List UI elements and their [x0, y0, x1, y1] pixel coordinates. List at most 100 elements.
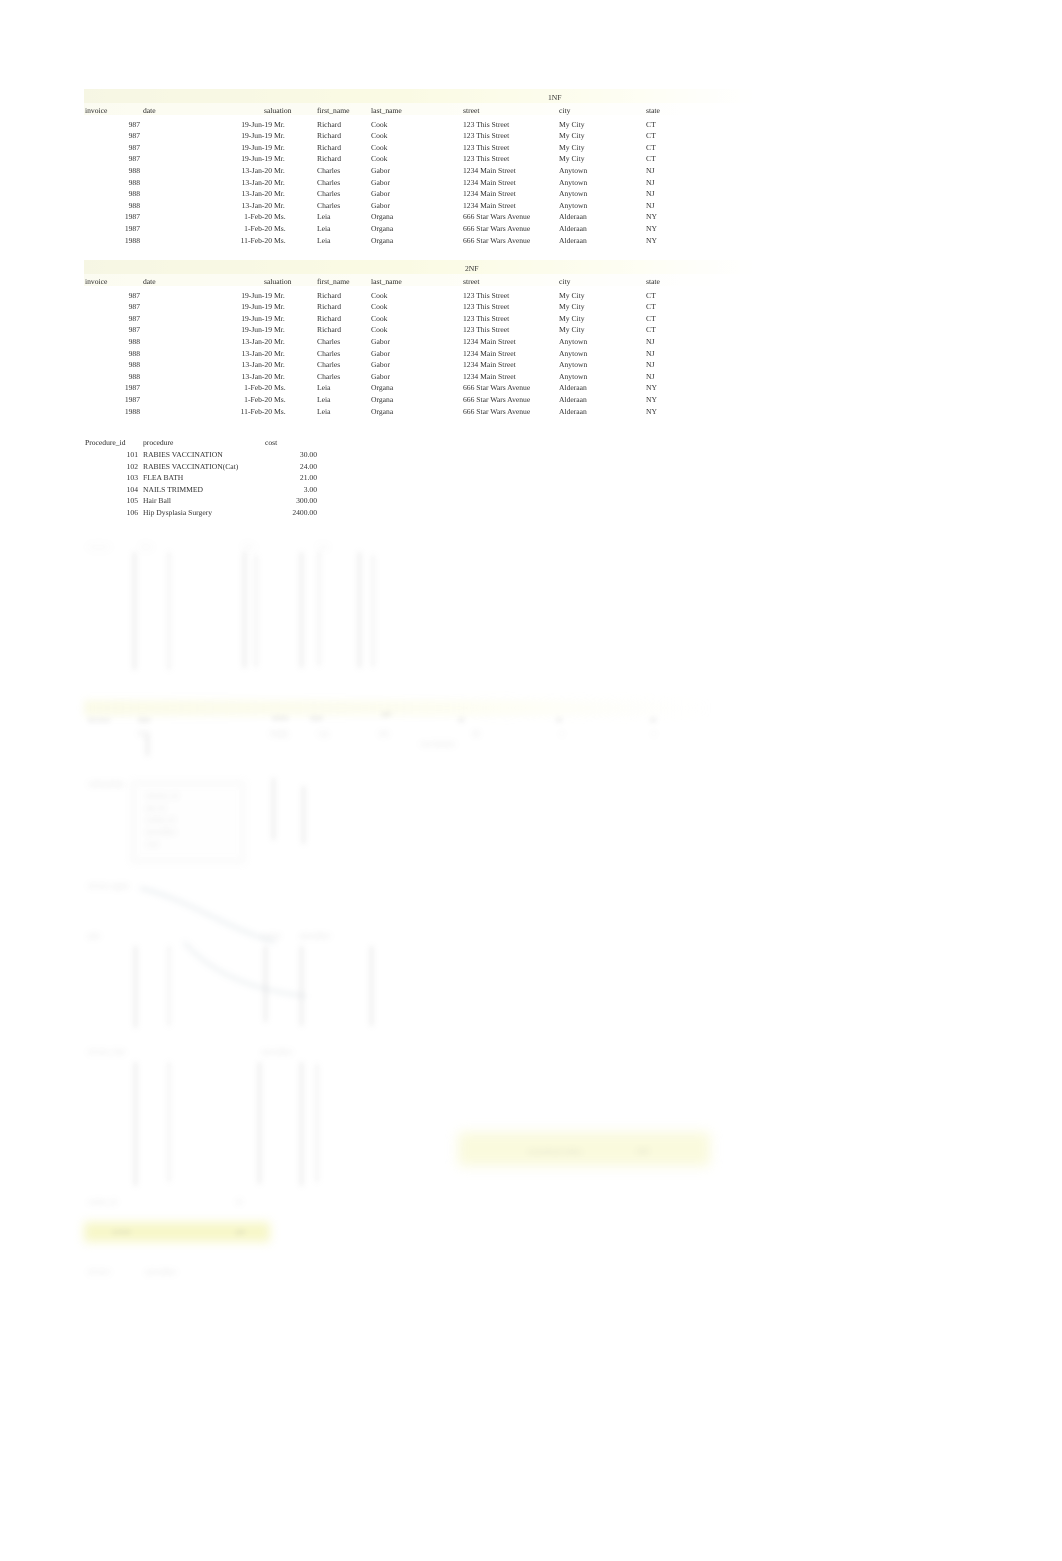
table-cell-state: NJ — [646, 360, 655, 370]
faded-column-rule — [134, 1062, 137, 1186]
table-cell-procedure-id: 103 — [126, 473, 138, 483]
table-cell-first-name: Richard — [317, 142, 342, 152]
faded-text: cost — [146, 839, 159, 848]
table-cell-last-name: Gabor — [371, 348, 390, 358]
faded-text: relationship — [88, 779, 124, 788]
table-cell-procedure-name: NAILS TRIMMED — [143, 484, 203, 494]
table-cell-last-name: Organa — [371, 212, 394, 222]
table-cell-first-name: Richard — [317, 131, 342, 141]
table-cell-date: 19-Jun-19 — [241, 290, 272, 300]
table-cell-city: My City — [559, 302, 585, 312]
table-cell-first-name: Leia — [317, 406, 331, 416]
table-cell-saluation: Ms. — [274, 223, 286, 233]
faded-text: procedure — [262, 1047, 293, 1056]
table-cell-last-name: Organa — [371, 235, 394, 245]
table-cell-invoice: 988 — [128, 200, 140, 210]
table-cell-city: My City — [559, 131, 585, 141]
faded-text: invoice_line — [88, 1047, 126, 1056]
table-cell-saluation: Mr. — [274, 336, 285, 346]
table-cell-city: My City — [559, 313, 585, 323]
table-cell-state: NY — [646, 383, 657, 393]
faded-connector — [272, 778, 275, 840]
table-cell-state: CT — [646, 154, 656, 164]
table-cell-state: CT — [646, 119, 656, 129]
table-cell-first-name: Charles — [317, 360, 341, 370]
table-cell-last-name: Cook — [371, 325, 388, 335]
table-cell-state: NY — [646, 406, 657, 416]
table-cell-cost: 300.00 — [296, 496, 317, 506]
table-cell-city: Alderaan — [559, 223, 587, 233]
table-cell-last-name: Cook — [371, 119, 388, 129]
table-cell-street: 123 This Street — [463, 154, 510, 164]
table-cell-saluation: Mr. — [274, 119, 285, 129]
table-cell-city: Anytown — [559, 177, 588, 187]
table-cell-procedure-name: RABIES VACCINATION — [143, 450, 223, 459]
nf1-col-date: date — [143, 106, 156, 115]
faded-column-rule — [168, 1062, 170, 1182]
table-cell-last-name: Cook — [371, 154, 388, 164]
table-cell-procedure-name: Hair Ball — [143, 496, 172, 506]
table-cell-first-name: Charles — [317, 165, 341, 175]
table-cell-city: Alderaan — [559, 383, 587, 393]
table-cell-state: CT — [646, 290, 656, 300]
nf1-col-first-name: first_name — [317, 106, 350, 115]
faded-highlight-box — [458, 1132, 710, 1166]
table-cell-state: NJ — [646, 189, 655, 199]
table-cell-state: NY — [646, 212, 657, 222]
table-cell-procedure-name: FLEA BATH — [143, 473, 184, 483]
table-cell-street: 666 Star Wars Avenue — [463, 223, 531, 233]
table-cell-procedure-id: 106 — [126, 508, 138, 517]
nf2-title: 2NF — [465, 264, 479, 273]
table-cell-date: 1-Feb-20 — [244, 394, 272, 404]
nf2-col-invoice: invoice — [85, 277, 108, 286]
procedure-col-id: Procedure_id — [85, 438, 126, 447]
faded-text: procedure — [146, 827, 177, 836]
faded-column-rule — [300, 552, 303, 668]
table-cell-state: CT — [646, 131, 656, 141]
table-cell-invoice: 987 — [128, 119, 140, 129]
table-cell-last-name: Cook — [371, 302, 388, 312]
procedure-col-name: procedure — [143, 438, 174, 447]
table-cell-saluation: Ms. — [274, 383, 286, 393]
table-cell-invoice: 988 — [128, 371, 140, 381]
table-cell-saluation: Ms. — [274, 235, 286, 245]
table-cell-saluation: Mr. — [274, 165, 285, 175]
faded-text: invoice — [88, 715, 111, 724]
faded-column-rule — [372, 555, 374, 667]
table-cell-first-name: Charles — [317, 336, 341, 346]
table-cell-saluation: Mr. — [274, 154, 285, 164]
table-cell-cost: 24.00 — [299, 461, 317, 471]
nf2-col-street: street — [463, 277, 480, 286]
faded-curve-svg — [182, 941, 307, 998]
table-cell-city: Alderaan — [559, 406, 587, 416]
faded-column-rule — [134, 946, 137, 1028]
table-cell-date: 13-Jan-20 — [241, 200, 272, 210]
table-cell-first-name: Richard — [317, 325, 342, 335]
table-cell-date: 19-Jun-19 — [241, 131, 272, 141]
table-cell-invoice: 988 — [128, 189, 140, 199]
faded-column-rule — [316, 1064, 318, 1182]
table-cell-saluation: Ms. — [274, 212, 286, 222]
table-cell-street: 1234 Main Street — [463, 200, 516, 210]
table-cell-city: My City — [559, 154, 585, 164]
table-cell-last-name: Organa — [371, 383, 394, 393]
table-cell-cost: 2400.00 — [292, 508, 317, 517]
table-cell-last-name: Gabor — [371, 189, 390, 199]
table-cell-first-name: Richard — [317, 290, 342, 300]
table-cell-city: Alderaan — [559, 212, 587, 222]
faded-title-band — [84, 700, 712, 716]
table-cell-street: 123 This Street — [463, 313, 510, 323]
table-cell-last-name: Organa — [371, 406, 394, 416]
table-cell-date: 19-Jun-19 — [241, 142, 272, 152]
table-cell-first-name: Richard — [317, 302, 342, 312]
table-cell-first-name: Charles — [317, 200, 341, 210]
faded-text: 101 — [378, 729, 390, 738]
table-cell-street: 1234 Main Street — [463, 165, 516, 175]
nf1-header-tint — [84, 103, 724, 115]
table-cell-street: 666 Star Wars Avenue — [463, 394, 531, 404]
nf1-col-city: city — [559, 106, 571, 115]
table-cell-street: 1234 Main Street — [463, 371, 516, 381]
table-cell-cost: 3.00 — [303, 484, 317, 494]
table-cell-last-name: Gabor — [371, 165, 390, 175]
table-cell-first-name: Leia — [317, 235, 331, 245]
